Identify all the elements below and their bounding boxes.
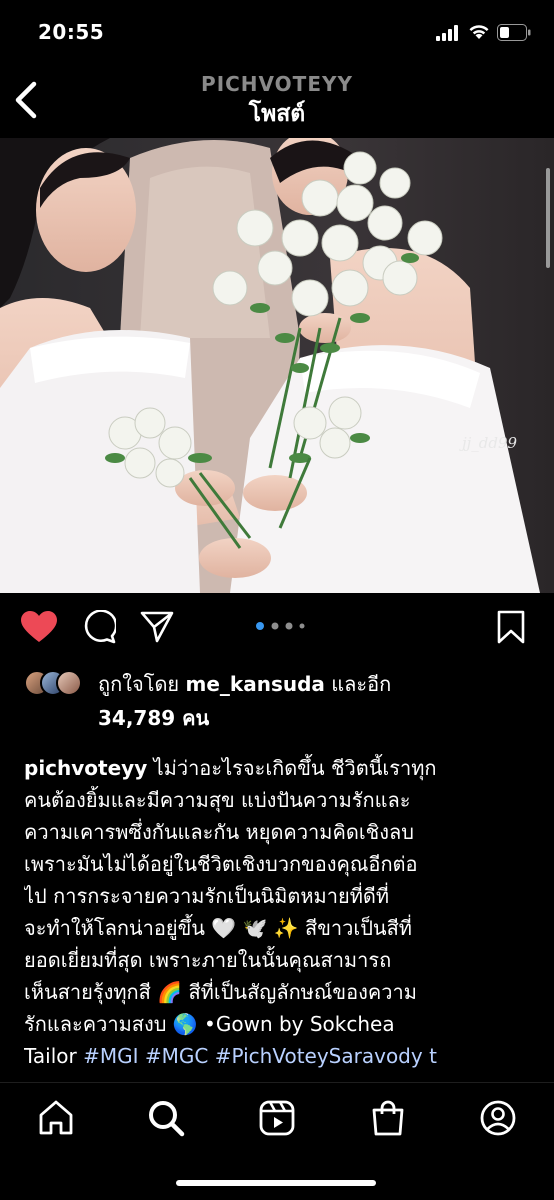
post-header: PICHVOTEYY โพสต์ bbox=[0, 64, 554, 138]
caption-line: จะทำให้โลกน่าอยู่ขึ้น 🤍 🕊️ ✨ สีขาวเป็นสี… bbox=[24, 916, 412, 940]
likes-text: ถูกใจโดย me_kansuda และอีก bbox=[98, 668, 538, 700]
post-actions bbox=[0, 600, 554, 656]
header-account-name: PICHVOTEYY bbox=[201, 72, 353, 96]
comment-icon[interactable] bbox=[82, 610, 116, 644]
shop-icon[interactable] bbox=[369, 1099, 407, 1137]
caption-username[interactable]: pichvoteyy bbox=[24, 756, 147, 780]
post-caption: pichvoteyy ไม่ว่าอะไรจะเกิดขึ้น ชีวิตนี้… bbox=[24, 752, 540, 1082]
heart-filled-icon[interactable] bbox=[20, 610, 58, 644]
liker-avatars bbox=[24, 670, 90, 698]
caption-line: เห็นสายรุ้งทุกสี 🌈 สีที่เป็นสัญลักษณ์ของ… bbox=[24, 980, 417, 1004]
header-title: โพสต์ bbox=[248, 101, 306, 127]
avatar bbox=[56, 670, 82, 696]
reels-icon[interactable] bbox=[258, 1099, 296, 1137]
hashtag[interactable]: #MGC bbox=[145, 1044, 208, 1068]
scroll-indicator bbox=[546, 168, 550, 268]
likes-suffix: และอีก bbox=[324, 672, 392, 696]
caption-line: ไป การกระจายความรักเป็นนิมิตหมายที่ดีที่ bbox=[24, 884, 390, 908]
likes-prefix: ถูกใจโดย bbox=[98, 672, 186, 696]
caption-text: Tailor bbox=[24, 1044, 84, 1068]
caption-line: Tailor #MGI #MGC #PichVoteySaravody t bbox=[24, 1040, 540, 1072]
wifi-icon bbox=[469, 25, 489, 39]
post-image[interactable]: jj_dd99 bbox=[0, 138, 554, 593]
profile-icon[interactable] bbox=[479, 1099, 517, 1137]
caption-line: รักและความสงบ 🌎 •Gown by Sokchea bbox=[24, 1012, 395, 1036]
carousel-dots bbox=[256, 622, 305, 630]
caption-line: คนต้องยิ้มและมีความสุข แบ่งปันความรักและ bbox=[24, 788, 411, 812]
likes-user[interactable]: me_kansuda bbox=[186, 672, 325, 696]
caption-line: ความเคารพซึ่งกันและกัน หยุดความคิดเชิงลบ bbox=[24, 820, 414, 844]
cellular-signal-icon bbox=[436, 25, 458, 41]
hashtag[interactable]: #MGI bbox=[83, 1044, 138, 1068]
caption-line: เพราะมันไม่ได้อยู่ในชีวิตเชิงบวกของคุณอี… bbox=[24, 852, 418, 876]
search-icon[interactable] bbox=[147, 1099, 185, 1137]
hashtag[interactable]: #PichVoteySaravody t bbox=[215, 1044, 437, 1068]
caption-line: pichvoteyy ไม่ว่าอะไรจะเกิดขึ้น ชีวิตนี้… bbox=[24, 752, 540, 784]
caption-text: ไม่ว่าอะไรจะเกิดขึ้น ชีวิตนี้เราทุก bbox=[147, 756, 437, 780]
caption-line: ยอดเยี่ยมที่สุด เพราะภายในนั้นคุณสามารถ bbox=[24, 948, 392, 972]
home-indicator bbox=[176, 1180, 376, 1186]
likes-count[interactable]: 34,789 คน bbox=[98, 702, 209, 734]
battery-icon bbox=[497, 24, 531, 41]
share-icon[interactable] bbox=[140, 610, 174, 644]
home-icon[interactable] bbox=[37, 1099, 75, 1137]
post-photo bbox=[0, 138, 554, 593]
bookmark-icon[interactable] bbox=[496, 610, 526, 644]
status-time: 20:55 bbox=[38, 20, 105, 44]
image-watermark: jj_dd99 bbox=[462, 434, 518, 452]
status-bar: 20:55 bbox=[0, 0, 554, 64]
